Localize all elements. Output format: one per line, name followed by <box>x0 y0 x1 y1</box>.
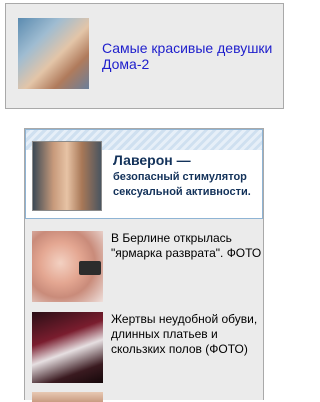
featured-ad-text[interactable]: безопасный стимулятор сексуальной активн… <box>113 170 263 200</box>
news-item[interactable]: В Берлине открылась "ярмарка разврата". … <box>32 231 262 307</box>
featured-ad-image[interactable] <box>32 141 102 211</box>
top-teaser-block: Самые красивые девушки Дома-2 <box>5 3 284 109</box>
camera-icon <box>79 261 101 275</box>
news-item[interactable] <box>32 392 262 402</box>
news-item-image[interactable] <box>32 231 103 302</box>
featured-ad[interactable]: Лаверон — безопасный стимулятор сексуаль… <box>25 129 263 219</box>
news-item[interactable]: Жертвы неудобной обуви, длинных платьев … <box>32 312 262 388</box>
news-item-image[interactable] <box>32 392 103 402</box>
top-teaser-image[interactable] <box>18 18 89 89</box>
featured-ad-title[interactable]: Лаверон — <box>113 152 261 168</box>
news-item-link[interactable]: В Берлине открылась "ярмарка разврата". … <box>111 231 263 261</box>
news-item-image[interactable] <box>32 312 103 383</box>
news-panel: Лаверон — безопасный стимулятор сексуаль… <box>24 128 264 402</box>
top-teaser-link[interactable]: Самые красивые девушки Дома-2 <box>102 40 282 72</box>
news-item-link[interactable]: Жертвы неудобной обуви, длинных платьев … <box>111 312 263 357</box>
